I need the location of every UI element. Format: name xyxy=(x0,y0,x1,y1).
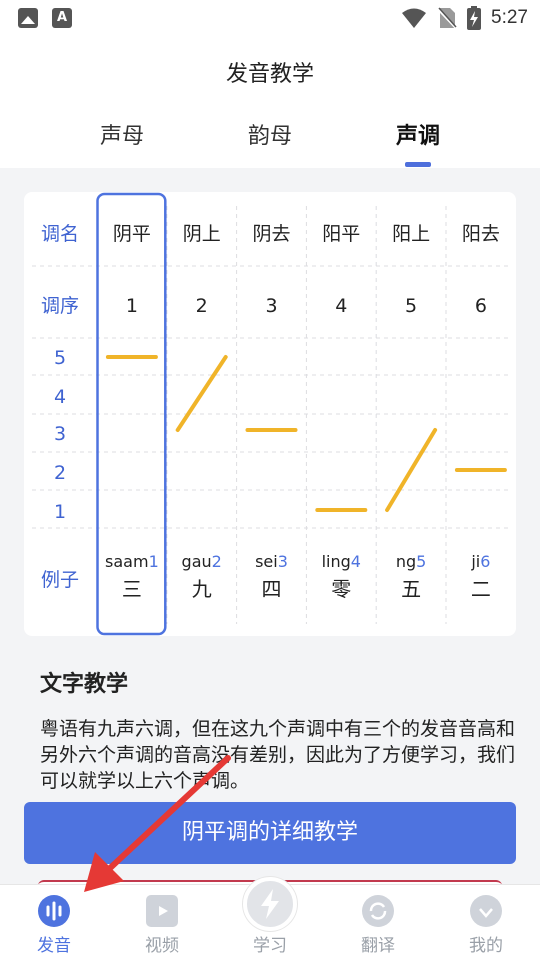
example-character: 四 xyxy=(262,577,282,601)
tone-chart-card: 调名 调序 例子 5 4 3 2 1 阴平 1 saam1 三阴上 2 gau2 九阴去 3 sei3 四阳平 4 l… xyxy=(24,192,516,636)
example-tone-number: 5 xyxy=(416,552,426,571)
no-sim-icon xyxy=(437,7,457,29)
sound-wave-icon xyxy=(38,895,70,927)
tone-order: 6 xyxy=(475,295,487,317)
image-icon xyxy=(18,8,38,28)
nav-translate[interactable]: 翻译 xyxy=(324,885,432,960)
font-icon: A xyxy=(52,8,72,28)
text-teaching-title: 文字教学 xyxy=(40,672,129,697)
pitch-level-label: 3 xyxy=(54,423,66,445)
tone-contour-line xyxy=(175,355,228,432)
example-roman: gau xyxy=(182,552,212,571)
example-character: 九 xyxy=(192,577,212,601)
nav-label: 学习 xyxy=(253,936,287,956)
example-roman: ling xyxy=(322,552,351,571)
example-romanization: gau2 xyxy=(182,552,222,571)
example-character: 零 xyxy=(331,577,351,601)
status-time: 5:27 xyxy=(491,7,528,28)
tone-contour-line xyxy=(385,428,438,512)
tab-tones[interactable]: 声调 xyxy=(358,118,478,150)
example-roman: sei xyxy=(255,552,278,571)
tone-order: 1 xyxy=(126,295,138,317)
example-character: 三 xyxy=(122,577,142,601)
tone-name: 阴上 xyxy=(183,223,221,245)
battery-charging-icon xyxy=(467,6,482,30)
example-romanization: sei3 xyxy=(255,552,288,571)
diamond-icon xyxy=(470,895,502,927)
tone-detail-button[interactable]: 阴平调的详细教学 xyxy=(24,802,516,864)
tone-chart: 调名调序例子54321阴平1saam1三阴上2gau2九阴去3sei3四阳平4l… xyxy=(32,192,508,636)
tone-name: 阳去 xyxy=(462,223,500,245)
pitch-level-label: 1 xyxy=(54,501,66,523)
example-character: 五 xyxy=(401,577,421,601)
example-romanization: ling4 xyxy=(322,552,361,571)
nav-me[interactable]: 我的 xyxy=(432,885,540,960)
example-tone-number: 1 xyxy=(149,552,159,571)
pitch-level-label: 2 xyxy=(54,462,66,484)
status-bar: A 5:27 xyxy=(0,0,540,36)
text-teaching-paragraph: 粤语有九声六调，但在这九个声调中有三个的发音音高和另外六个声调的音高没有差别，因… xyxy=(40,718,516,792)
tone-order: 3 xyxy=(265,295,277,317)
lightning-icon xyxy=(243,877,297,931)
tone-name: 阴去 xyxy=(252,223,290,245)
example-tone-number: 4 xyxy=(351,552,361,571)
nav-label: 发音 xyxy=(37,936,71,956)
example-romanization: saam1 xyxy=(105,552,159,571)
nav-study[interactable]: 学习 xyxy=(216,877,324,960)
nav-label: 视频 xyxy=(145,936,179,956)
tone-order: 5 xyxy=(405,295,417,317)
video-icon xyxy=(146,895,178,927)
example-tone-number: 2 xyxy=(212,552,222,571)
active-tab-indicator xyxy=(405,162,431,167)
nav-video[interactable]: 视频 xyxy=(108,885,216,960)
page-title: 发音教学 xyxy=(225,62,314,87)
bottom-nav: 发音 视频 学习 翻译 我的 xyxy=(0,877,540,960)
example-romanization: ng5 xyxy=(396,552,426,571)
row-header-order: 调序 xyxy=(41,295,79,317)
example-roman: ng xyxy=(396,552,416,571)
nav-pronunciation[interactable]: 发音 xyxy=(0,885,108,960)
nav-label: 我的 xyxy=(469,936,503,956)
wifi-icon xyxy=(402,8,427,28)
example-romanization: ji6 xyxy=(470,552,490,571)
tone-order: 4 xyxy=(335,295,347,317)
tone-name: 阳平 xyxy=(322,223,360,245)
pitch-level-label: 5 xyxy=(54,347,66,369)
refresh-icon xyxy=(362,895,394,927)
tone-name: 阴平 xyxy=(113,223,151,245)
tab-finals[interactable]: 韵母 xyxy=(210,118,330,150)
pitch-level-label: 4 xyxy=(54,386,66,408)
tab-initials[interactable]: 声母 xyxy=(62,118,182,150)
example-tone-number: 3 xyxy=(278,552,288,571)
tab-bar: 声母 韵母 声调 xyxy=(0,118,540,170)
example-roman: saam xyxy=(105,552,149,571)
nav-label: 翻译 xyxy=(361,936,395,956)
example-character: 二 xyxy=(471,577,491,601)
row-header-name: 调名 xyxy=(41,223,79,245)
row-header-example: 例子 xyxy=(41,569,79,591)
tone-order: 2 xyxy=(196,295,208,317)
tone-name: 阳上 xyxy=(392,223,430,245)
example-tone-number: 6 xyxy=(480,552,490,571)
example-roman: ji xyxy=(470,552,480,571)
